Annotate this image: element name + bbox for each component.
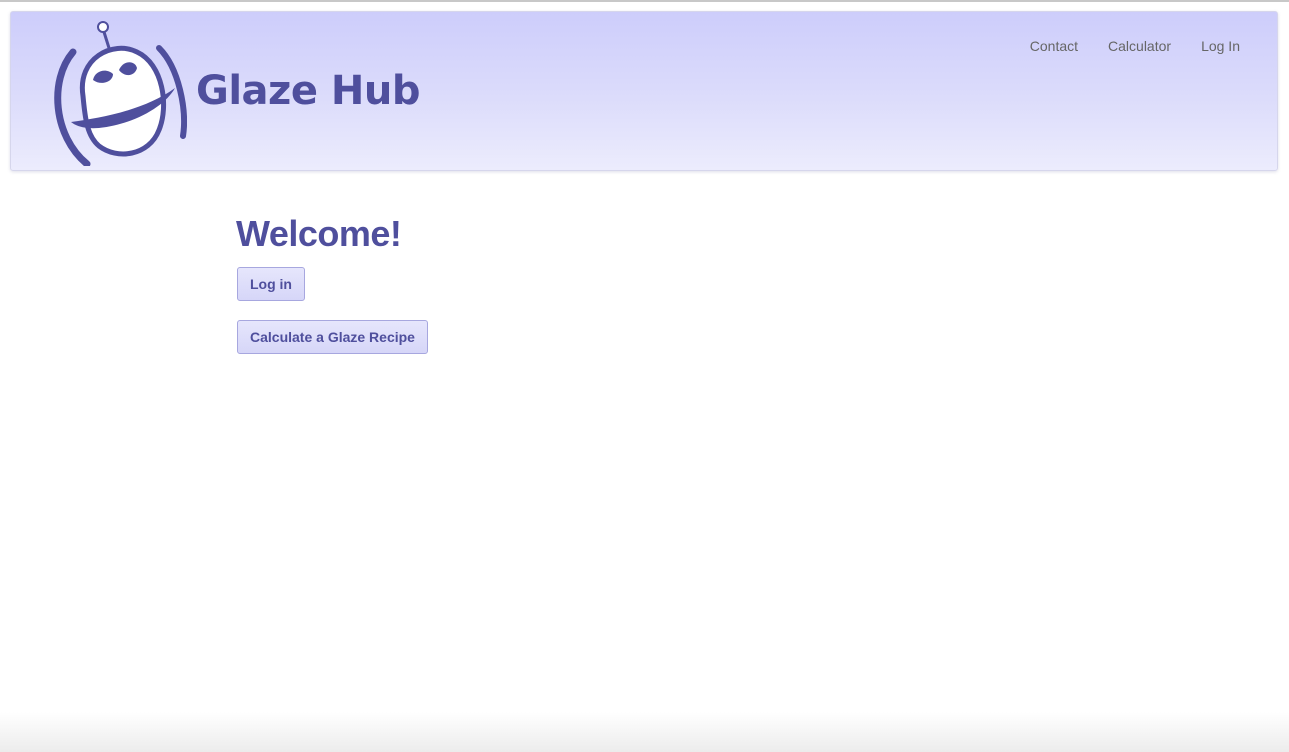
window-top-border bbox=[0, 0, 1289, 2]
calculate-button-row: Calculate a Glaze Recipe bbox=[237, 320, 836, 354]
calculate-glaze-recipe-button[interactable]: Calculate a Glaze Recipe bbox=[237, 320, 428, 354]
bottom-edge-shadow bbox=[0, 712, 1289, 752]
site-header: Glaze Hub Contact Calculator Log In bbox=[10, 11, 1278, 171]
login-button-row: Log in bbox=[237, 267, 836, 301]
nav-link-contact[interactable]: Contact bbox=[1000, 37, 1078, 55]
page-title: Welcome! bbox=[236, 213, 402, 254]
glaze-robot-logo-icon bbox=[54, 21, 187, 166]
nav-link-calculator[interactable]: Calculator bbox=[1078, 37, 1171, 55]
top-nav: Contact Calculator Log In bbox=[1000, 37, 1240, 55]
nav-link-log-in[interactable]: Log In bbox=[1171, 37, 1240, 55]
brand-name: Glaze Hub bbox=[196, 68, 420, 114]
main-content: Welcome! Log in Calculate a Glaze Recipe bbox=[236, 212, 836, 354]
log-in-button[interactable]: Log in bbox=[237, 267, 305, 301]
home-logo-link[interactable]: Glaze Hub bbox=[51, 18, 421, 166]
